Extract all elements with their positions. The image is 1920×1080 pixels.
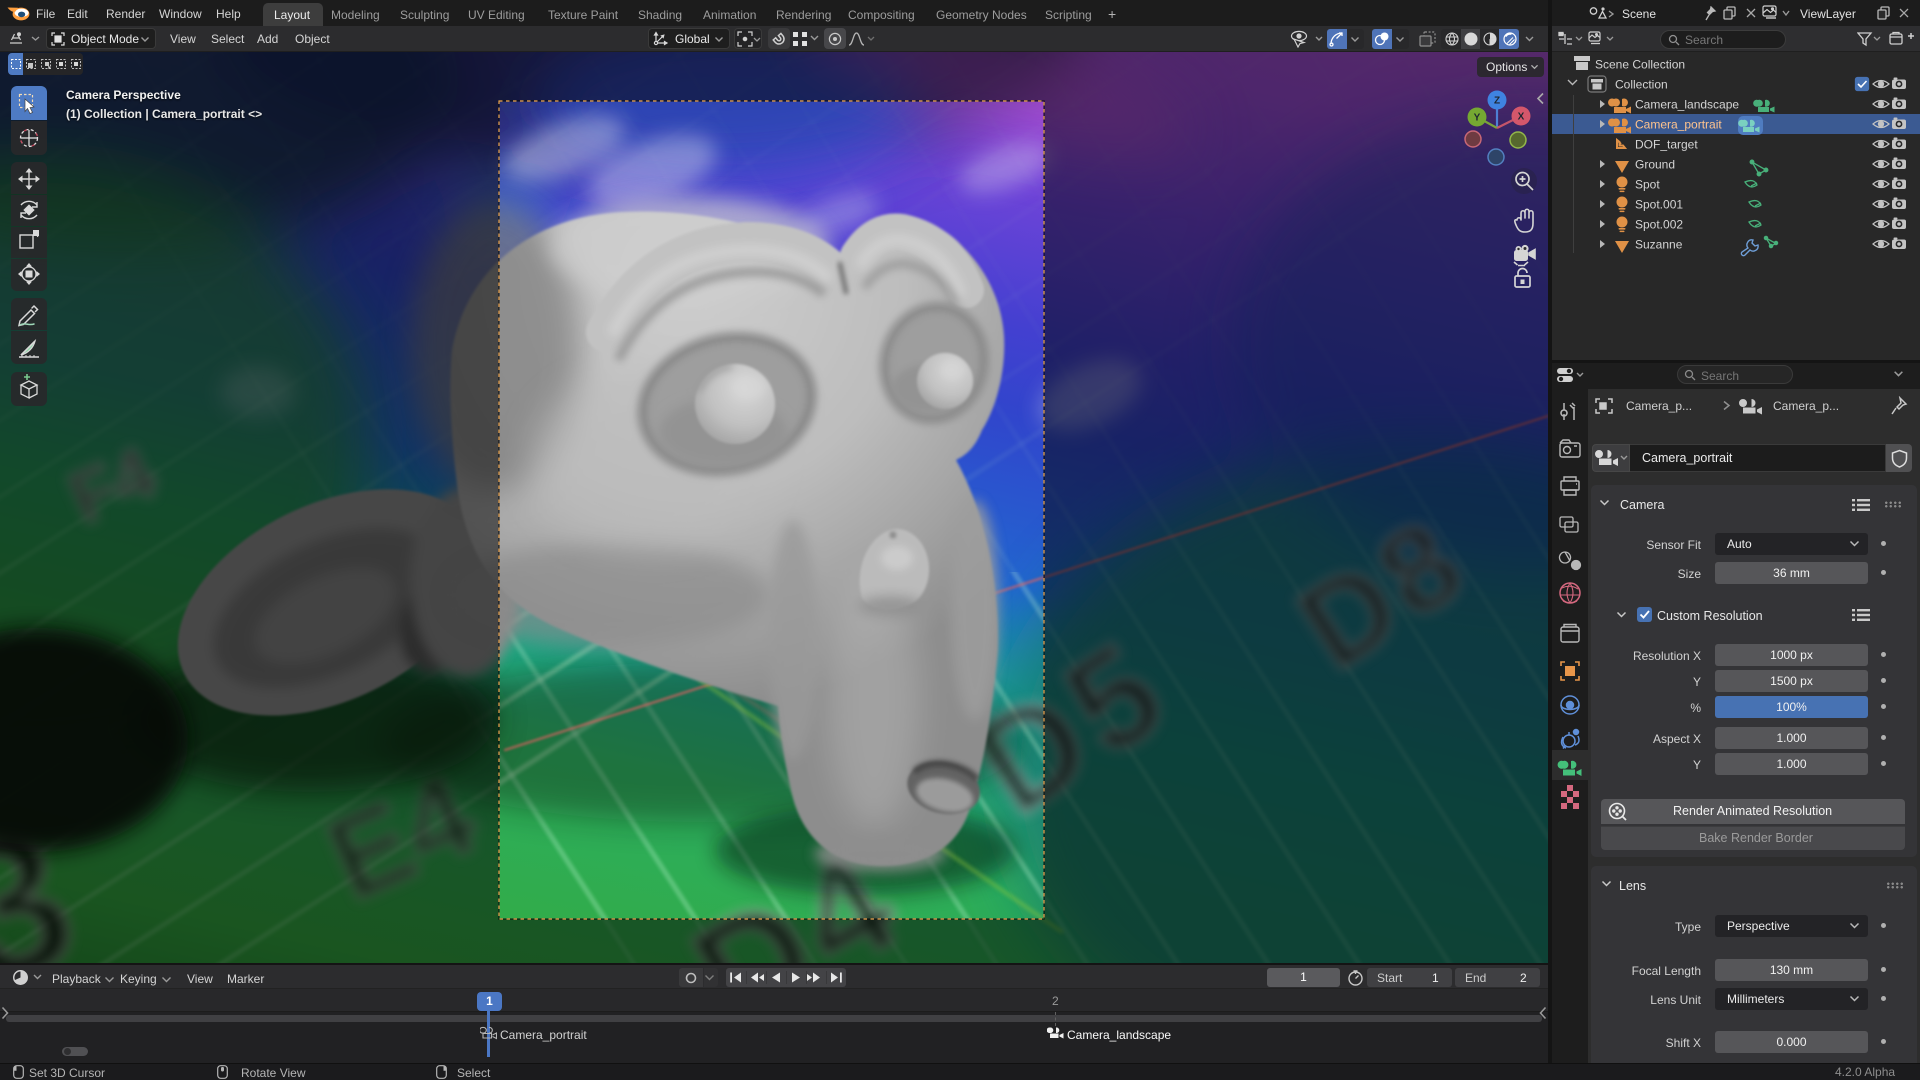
svg-text:Spot.002: Spot.002 — [1635, 218, 1683, 232]
svg-text:Collection: Collection — [1615, 78, 1668, 92]
svg-text:Spot: Spot — [1635, 178, 1660, 192]
svg-text:Z: Z — [1494, 96, 1500, 107]
svg-text:Camera_portrait: Camera_portrait — [1635, 118, 1722, 132]
svg-text:Suzanne: Suzanne — [1635, 238, 1683, 252]
svg-text:DOF_target: DOF_target — [1635, 138, 1698, 152]
svg-text:Ground: Ground — [1635, 158, 1675, 172]
svg-text:X: X — [1518, 112, 1525, 123]
svg-text:Scene Collection: Scene Collection — [1595, 58, 1685, 72]
svg-text:Y: Y — [1474, 113, 1481, 124]
svg-text:Camera_landscape: Camera_landscape — [1635, 98, 1739, 112]
svg-text:Spot.001: Spot.001 — [1635, 198, 1683, 212]
